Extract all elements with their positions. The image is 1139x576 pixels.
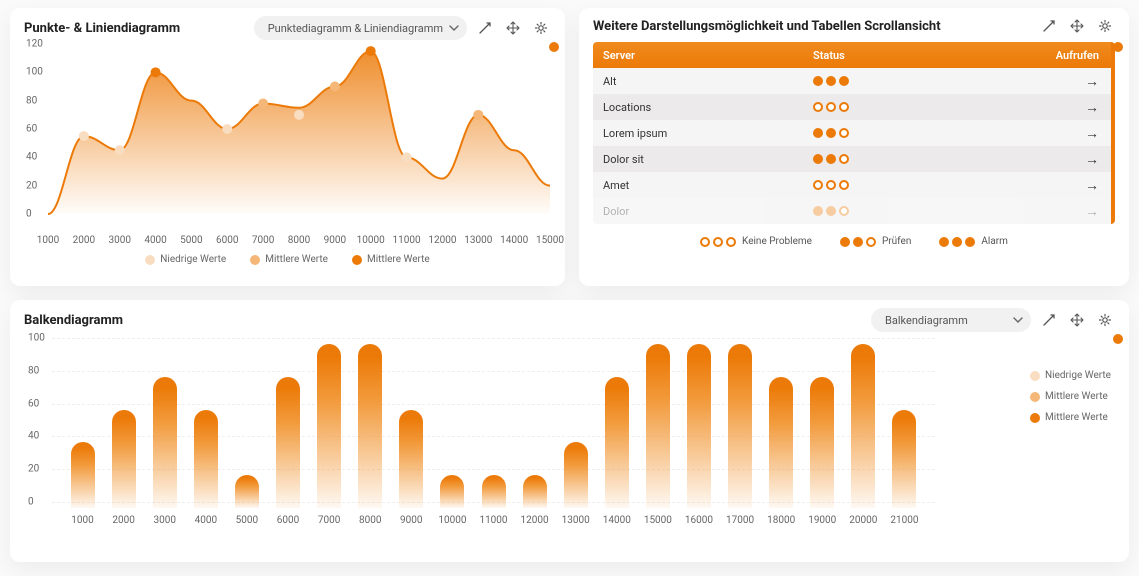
legend-low: Niedrige Werte bbox=[1045, 370, 1111, 381]
bar bbox=[810, 377, 834, 508]
bar bbox=[153, 377, 177, 508]
table-legend-item: Alarm bbox=[939, 236, 1008, 247]
chevron-down-icon bbox=[449, 23, 459, 33]
card3-select-value: Balkendiagramm bbox=[885, 314, 968, 327]
server-name: Amet bbox=[593, 179, 813, 192]
gear-icon[interactable] bbox=[531, 18, 551, 38]
move-icon[interactable] bbox=[1067, 310, 1087, 330]
card3-chart-type-select[interactable]: Balkendiagramm bbox=[871, 308, 1031, 332]
bar bbox=[194, 410, 218, 508]
edit-icon[interactable] bbox=[475, 18, 495, 38]
bar-chart: 0204060801001000200030004000500060007000… bbox=[52, 338, 935, 508]
server-name: Dolor bbox=[593, 205, 813, 218]
open-arrow-icon[interactable]: → bbox=[1041, 125, 1111, 142]
bar bbox=[728, 344, 752, 508]
status-dots bbox=[813, 102, 1041, 112]
area-chart: 0204060801001201000200030004000500060007… bbox=[30, 44, 550, 232]
table-legend-item: Keine Probleme bbox=[700, 236, 812, 247]
status-dots bbox=[813, 128, 1041, 138]
server-name: Alt bbox=[593, 75, 813, 88]
card1-legend: Niedrige Werte Mittlere Werte Mittlere W… bbox=[24, 254, 551, 265]
status-dots bbox=[813, 76, 1041, 86]
status-dots bbox=[813, 180, 1041, 190]
bar bbox=[358, 344, 382, 508]
bar bbox=[605, 377, 629, 508]
edit-icon[interactable] bbox=[1039, 16, 1059, 36]
bar bbox=[440, 475, 464, 508]
server-table: Server Status Aufrufen Alt →Locations →L… bbox=[593, 42, 1115, 224]
open-arrow-icon[interactable]: → bbox=[1041, 203, 1111, 220]
table-row: Lorem ipsum → bbox=[593, 120, 1111, 146]
bar bbox=[276, 377, 300, 508]
bar bbox=[71, 442, 95, 508]
legend-mid: Mittlere Werte bbox=[1045, 391, 1108, 402]
open-arrow-icon[interactable]: → bbox=[1041, 151, 1111, 168]
bar bbox=[399, 410, 423, 508]
edit-icon[interactable] bbox=[1039, 310, 1059, 330]
gear-icon[interactable] bbox=[1095, 16, 1115, 36]
legend-high: Mittlere Werte bbox=[367, 254, 430, 265]
open-arrow-icon[interactable]: → bbox=[1041, 73, 1111, 90]
open-arrow-icon[interactable]: → bbox=[1041, 99, 1111, 116]
table-legend: Keine Probleme Prüfen Alarm bbox=[593, 236, 1115, 247]
tabellen-card: Weitere Darstellungsmöglichkeit und Tabe… bbox=[579, 8, 1129, 286]
bar bbox=[892, 410, 916, 508]
card3-legend: Niedrige Werte Mittlere Werte Mittlere W… bbox=[1030, 370, 1111, 423]
bar bbox=[687, 344, 711, 508]
bar bbox=[482, 475, 506, 508]
legend-low: Niedrige Werte bbox=[160, 254, 226, 265]
legend-high: Mittlere Werte bbox=[1045, 412, 1108, 423]
table-row: Dolor sit → bbox=[593, 146, 1111, 172]
server-name: Dolor sit bbox=[593, 153, 813, 166]
status-dot bbox=[549, 42, 559, 52]
move-icon[interactable] bbox=[503, 18, 523, 38]
server-name: Lorem ipsum bbox=[593, 127, 813, 140]
card1-title: Punkte- & Liniendiagramm bbox=[24, 21, 180, 36]
card3-title: Balkendiagramm bbox=[24, 313, 123, 328]
punkte-linien-card: Punkte- & Liniendiagramm Punktediagramm … bbox=[10, 8, 565, 286]
status-dots bbox=[813, 206, 1041, 216]
status-dot bbox=[1113, 42, 1123, 52]
status-dot bbox=[1113, 334, 1123, 344]
table-header: Server Status Aufrufen bbox=[593, 42, 1111, 68]
table-legend-item: Prüfen bbox=[840, 236, 911, 247]
card1-select-value: Punktediagramm & Liniendiagramm bbox=[268, 22, 443, 35]
open-arrow-icon[interactable]: → bbox=[1041, 177, 1111, 194]
col-status: Status bbox=[813, 49, 1041, 62]
table-row: Dolor → bbox=[593, 198, 1111, 224]
status-dots bbox=[813, 154, 1041, 164]
col-server: Server bbox=[593, 49, 813, 62]
card2-title: Weitere Darstellungsmöglichkeit und Tabe… bbox=[593, 19, 941, 34]
bar bbox=[646, 344, 670, 508]
bar bbox=[112, 410, 136, 508]
col-open: Aufrufen bbox=[1041, 49, 1111, 62]
server-name: Locations bbox=[593, 101, 813, 114]
balken-card: Balkendiagramm Balkendiagramm 0204060801… bbox=[10, 300, 1129, 562]
chevron-down-icon bbox=[1013, 315, 1023, 325]
bar bbox=[769, 377, 793, 508]
bar bbox=[523, 475, 547, 508]
legend-mid: Mittlere Werte bbox=[265, 254, 328, 265]
move-icon[interactable] bbox=[1067, 16, 1087, 36]
table-row: Alt → bbox=[593, 68, 1111, 94]
bar bbox=[564, 442, 588, 508]
table-row: Locations → bbox=[593, 94, 1111, 120]
bar bbox=[317, 344, 341, 508]
bar bbox=[851, 344, 875, 508]
table-row: Amet → bbox=[593, 172, 1111, 198]
card1-chart-type-select[interactable]: Punktediagramm & Liniendiagramm bbox=[254, 16, 467, 40]
bar bbox=[235, 475, 259, 508]
gear-icon[interactable] bbox=[1095, 310, 1115, 330]
